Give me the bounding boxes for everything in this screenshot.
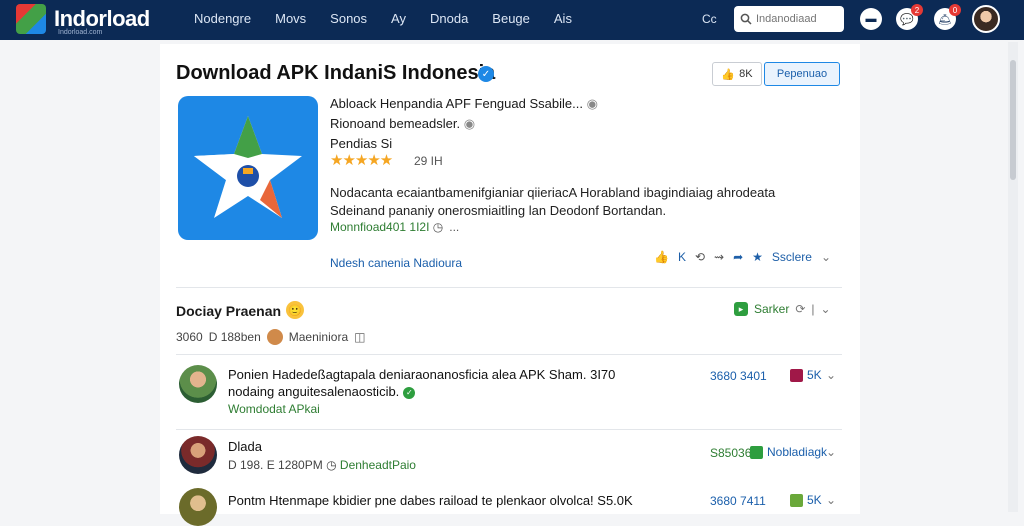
save-button[interactable]: Ssclere <box>772 250 812 264</box>
like-button[interactable]: 👍 8K <box>712 62 762 86</box>
more-info-link[interactable]: Ndesh canenia Nadioura <box>330 256 462 270</box>
top-navigation-bar: Indorload Indorload.com Nodengre Movs So… <box>0 0 1024 40</box>
emoji-icon: 🙂 <box>286 301 304 319</box>
section-title: Dociay Praenan <box>176 303 282 319</box>
app-description: Nodacanta ecaiantbamenifgianiar qiieriac… <box>330 185 776 218</box>
scrollbar-thumb[interactable] <box>1010 60 1016 180</box>
share-icon[interactable]: ➦ <box>733 250 743 264</box>
list-item-tag[interactable]: 5K <box>790 368 822 382</box>
nav-item-2[interactable]: Movs <box>275 11 306 26</box>
like-count-small: K <box>677 250 686 264</box>
download-link[interactable]: Womdodat APkai <box>228 402 320 416</box>
sort-button[interactable]: ▸ Sarker ⟳ | ⌄ <box>734 302 831 316</box>
list-item-count: 3680 3401 <box>710 369 767 383</box>
user-avatar[interactable] <box>972 5 1000 33</box>
chevron-down-icon[interactable]: ⌄ <box>826 445 836 459</box>
list-item-count: 3680 7411 <box>710 494 766 508</box>
notification-badge: 0 <box>949 4 961 16</box>
follow-button[interactable]: Pepenuao <box>764 62 840 86</box>
download-link[interactable]: DenheadtPaio <box>340 458 416 472</box>
info-icon[interactable]: ◉ <box>587 96 598 111</box>
divider <box>176 429 842 430</box>
logo-cube-icon[interactable] <box>16 4 46 34</box>
divider <box>176 287 842 288</box>
separator: | <box>811 302 815 316</box>
list-item-meta: D 198. E 1280PM ◷ DenheadtPaio <box>228 458 416 472</box>
nav-item-7[interactable]: Ais <box>554 11 572 26</box>
tag-icon <box>790 368 803 382</box>
app-publisher: Abloack Henpandia APF Fenguad Ssabile...… <box>330 96 598 111</box>
search-icon <box>740 13 752 25</box>
refresh-icon[interactable]: ⟳ <box>795 302 805 316</box>
star-logo-icon <box>194 116 302 218</box>
rating-count: 29 IH <box>414 154 443 168</box>
download-icon[interactable]: ▬ <box>860 8 882 30</box>
list-item-count: S85036 <box>710 446 752 460</box>
list-item-tag[interactable]: Nobladiagk <box>750 445 827 459</box>
sort-icon: ▸ <box>734 302 748 316</box>
chevron-down-icon[interactable]: ⌄ <box>826 368 836 382</box>
tag-icon <box>790 493 803 507</box>
list-item-tag[interactable]: 5K <box>790 493 822 507</box>
app-category: Rionoand bemeadsler. ◉ <box>330 116 476 131</box>
avatar[interactable] <box>179 488 217 526</box>
nav-item-6[interactable]: Beuge <box>492 11 530 26</box>
nav-item-3[interactable]: Sonos <box>330 11 367 26</box>
main-nav: Nodengre Movs Sonos Ay Dnoda Beuge Ais <box>194 11 572 26</box>
app-icon[interactable] <box>178 96 318 240</box>
more-options-icon[interactable]: ... <box>449 220 459 234</box>
search-input[interactable] <box>756 13 838 25</box>
info-icon[interactable]: ◉ <box>464 116 475 131</box>
thumbs-up-icon: 👍 <box>721 68 736 81</box>
action-bar: 👍 K ⟲ ⇝ ➦ ★ Ssclere ⌄ <box>654 250 831 264</box>
notification-icon[interactable]: 🛎 0 <box>934 4 961 30</box>
chat-icon[interactable]: 💬 2 <box>896 4 923 30</box>
page-title: Download APK IndaniS Indonesia <box>176 62 496 84</box>
nav-item-4[interactable]: Ay <box>391 11 406 26</box>
chevron-down-icon[interactable]: ⌄ <box>821 302 831 316</box>
avatar <box>266 329 283 345</box>
divider <box>176 354 842 355</box>
clock-icon: ◷ <box>432 220 444 234</box>
section-meta: 3060 D 188ben Maeniniora ◫ <box>176 329 366 345</box>
list-item-title: Dlada <box>228 439 262 454</box>
download-link[interactable]: Monnfioad401 1I2I ◷... <box>330 220 459 234</box>
clock-icon: ◷ <box>326 458 337 472</box>
rating-stars: ★★★★★ <box>330 152 393 169</box>
avatar[interactable] <box>179 436 217 474</box>
avatar[interactable] <box>179 365 217 403</box>
thumbs-up-icon[interactable]: 👍 <box>654 250 669 264</box>
list-item-title: Ponien Hadedeßagtapala deniaraonanosfici… <box>228 367 616 382</box>
chat-icon[interactable]: ◫ <box>354 330 365 344</box>
site-logo-subtitle: Indorload.com <box>58 29 103 36</box>
nav-item-5[interactable]: Dnoda <box>430 11 468 26</box>
chat-badge: 2 <box>911 4 923 16</box>
verified-check-icon: ✓ <box>478 66 494 82</box>
history-icon[interactable]: ⟲ <box>695 250 705 264</box>
search-box[interactable] <box>734 6 844 32</box>
nav-item-1[interactable]: Nodengre <box>194 11 251 26</box>
region-selector[interactable]: Cc <box>702 12 717 26</box>
app-version: Pendias Si <box>330 136 393 151</box>
chevron-down-icon[interactable]: ⌄ <box>826 493 836 507</box>
chevron-down-icon[interactable]: ⌄ <box>821 250 831 264</box>
star-icon[interactable]: ★ <box>752 250 763 264</box>
list-item-title: Pontm Htenmape kbidier pne dabes raiload… <box>228 493 633 508</box>
tag-icon <box>750 445 763 459</box>
forward-icon[interactable]: ⇝ <box>714 250 724 264</box>
list-item-text: nodaing anguitesalenaosticib. ✓ <box>228 384 416 399</box>
like-count: 8K <box>739 68 753 80</box>
check-icon: ✓ <box>403 386 416 399</box>
